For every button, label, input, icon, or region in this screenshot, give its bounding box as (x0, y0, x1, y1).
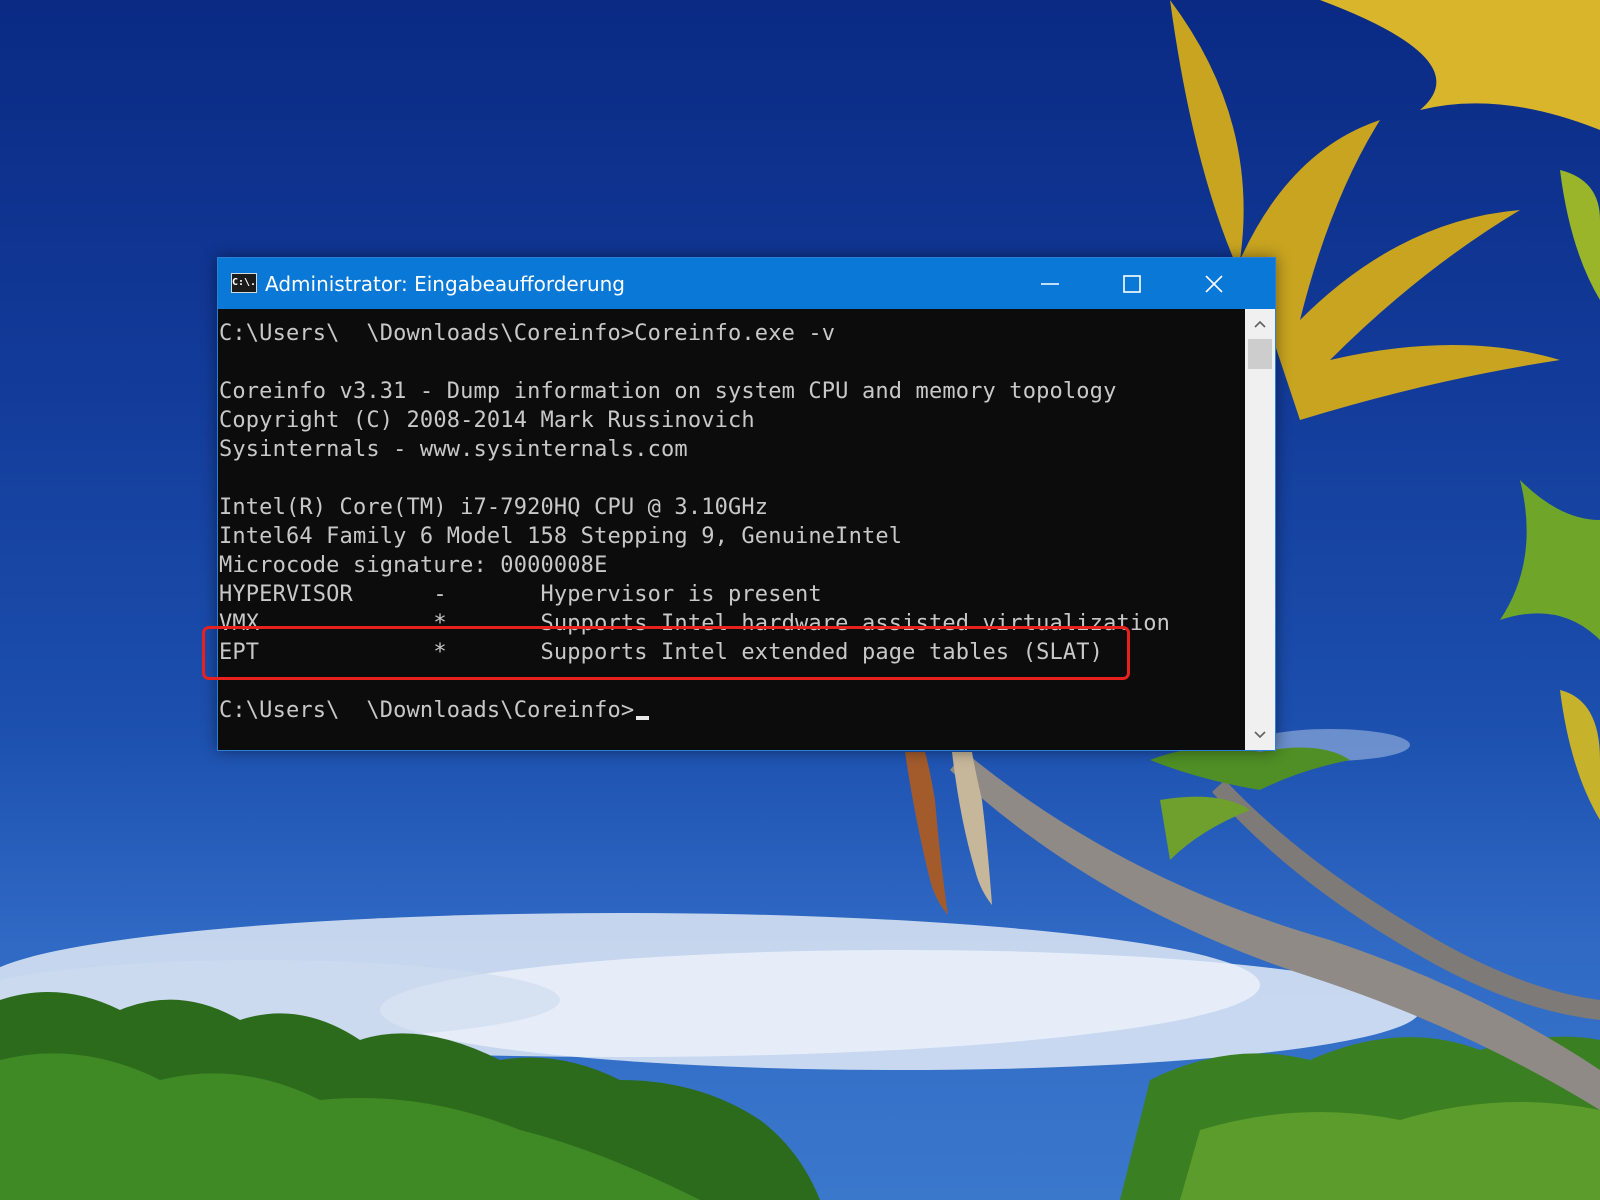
title-bar[interactable]: C:\. Administrator: Eingabeaufforderung (218, 258, 1275, 309)
console-line: Copyright (C) 2008-2014 Mark Russinovich (219, 408, 755, 433)
vertical-scrollbar[interactable] (1245, 309, 1275, 750)
close-icon (1205, 275, 1223, 293)
window-title: Administrator: Eingabeaufforderung (265, 272, 625, 296)
console-output[interactable]: C:\Users\ \Downloads\Coreinfo>Coreinfo.e… (218, 309, 1245, 750)
console-prompt-line[interactable]: C:\Users\ \Downloads\Coreinfo> (219, 696, 650, 725)
close-button[interactable] (1173, 258, 1255, 309)
console-line: Intel(R) Core(TM) i7-7920HQ CPU @ 3.10GH… (219, 495, 769, 520)
scroll-up-arrow-icon (1254, 320, 1266, 328)
minimize-button[interactable] (1009, 258, 1091, 309)
console-line: Sysinternals - www.sysinternals.com (219, 437, 688, 462)
console-line: Microcode signature: 0000008E (219, 553, 608, 578)
scroll-down-arrow-icon (1254, 731, 1266, 739)
console-line: HYPERVISOR - Hypervisor is present (219, 582, 822, 607)
console-line: Coreinfo v3.31 - Dump information on sys… (219, 379, 1117, 404)
console-line: C:\Users\ \Downloads\Coreinfo>Coreinfo.e… (219, 321, 836, 346)
scroll-up-button[interactable] (1245, 309, 1275, 339)
scroll-thumb[interactable] (1248, 339, 1272, 369)
console-prompt: C:\Users\ \Downloads\Coreinfo> (219, 698, 635, 723)
console-app-icon: C:\. (231, 273, 257, 293)
highlight-annotation-box (202, 626, 1130, 680)
minimize-icon (1041, 283, 1059, 285)
text-cursor (636, 716, 650, 720)
maximize-button[interactable] (1091, 258, 1173, 309)
scroll-down-button[interactable] (1245, 720, 1275, 750)
console-line: Intel64 Family 6 Model 158 Stepping 9, G… (219, 524, 903, 549)
maximize-icon (1123, 275, 1141, 293)
console-window[interactable]: C:\. Administrator: Eingabeaufforderung … (202, 257, 1276, 751)
